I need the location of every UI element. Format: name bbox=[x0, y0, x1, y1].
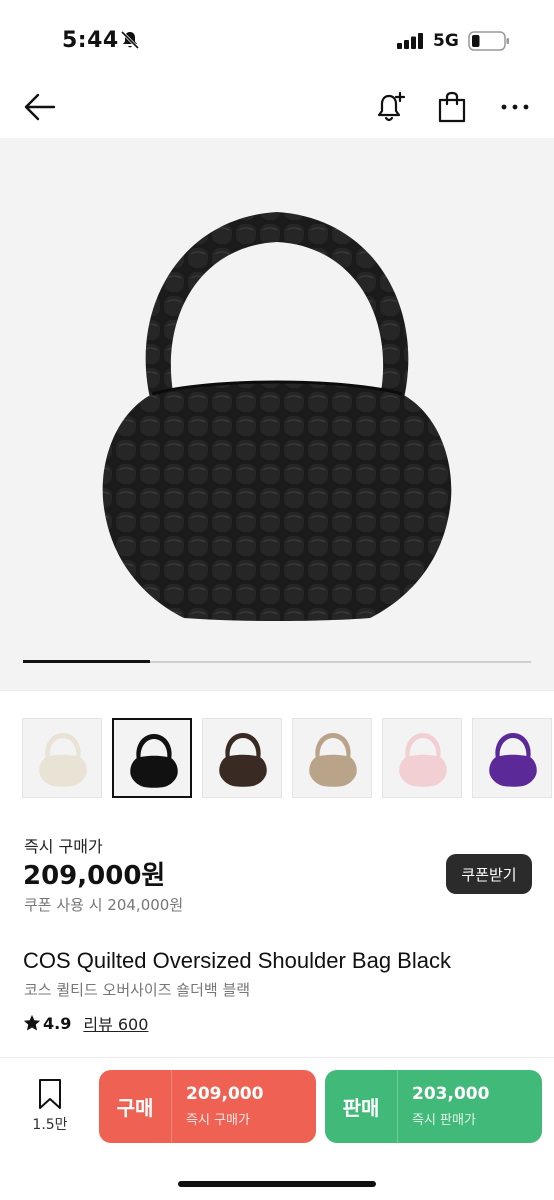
rating-value: 4.9 bbox=[43, 1013, 72, 1033]
thumbnail-brown[interactable] bbox=[202, 718, 282, 798]
alert-add-icon[interactable] bbox=[374, 90, 408, 124]
thumbnail-bag-image bbox=[489, 733, 537, 787]
shopping-bag-icon[interactable] bbox=[436, 90, 468, 124]
bell-off-icon bbox=[120, 30, 140, 50]
divider bbox=[0, 1057, 554, 1058]
product-title: COS Quilted Oversized Shoulder Bag Black bbox=[23, 948, 451, 973]
thumbnail-pink[interactable] bbox=[382, 718, 462, 798]
sell-label: 판매 bbox=[342, 1096, 380, 1120]
buy-price: 209,000 bbox=[186, 1084, 264, 1104]
gallery-progress bbox=[23, 660, 531, 663]
color-thumbnails bbox=[22, 718, 554, 800]
thumbnail-bag-image bbox=[219, 733, 267, 787]
back-arrow-icon[interactable] bbox=[22, 92, 56, 122]
divider bbox=[0, 690, 554, 691]
review-link[interactable]: 리뷰 600 bbox=[83, 1011, 148, 1035]
buy-button[interactable]: 구매 209,000 즉시 구매가 bbox=[99, 1070, 316, 1143]
coupon-price: 쿠폰 사용 시 204,000원 bbox=[24, 896, 184, 914]
star-icon bbox=[23, 1014, 41, 1031]
thumbnail-bag-image bbox=[130, 734, 178, 788]
product-image-gallery[interactable] bbox=[0, 138, 554, 690]
status-time: 5:44 bbox=[62, 28, 119, 53]
thumbnail-beige[interactable] bbox=[292, 718, 372, 798]
sell-button[interactable]: 판매 203,000 즉시 판매가 bbox=[325, 1070, 542, 1143]
thumbnail-purple[interactable] bbox=[472, 718, 552, 798]
wish-button[interactable]: 1.5만 bbox=[28, 1078, 72, 1134]
price-label: 즉시 구매가 bbox=[24, 837, 103, 856]
thumbnail-ivory[interactable] bbox=[22, 718, 102, 798]
sell-separator bbox=[397, 1070, 398, 1143]
product-image bbox=[102, 212, 452, 621]
bookmark-icon bbox=[39, 1079, 61, 1109]
home-indicator[interactable] bbox=[178, 1181, 376, 1187]
sell-sub: 즉시 판매가 bbox=[412, 1113, 476, 1128]
buy-sub: 즉시 구매가 bbox=[186, 1113, 250, 1128]
top-nav bbox=[0, 80, 554, 138]
thumbnail-bag-image bbox=[399, 733, 447, 787]
product-subtitle: 코스 퀼티드 오버사이즈 숄더백 블랙 bbox=[24, 981, 251, 999]
buy-separator bbox=[171, 1070, 172, 1143]
more-icon[interactable] bbox=[498, 94, 532, 120]
signal-icon bbox=[397, 33, 423, 49]
thumbnail-black[interactable] bbox=[112, 718, 192, 798]
thumbnail-bag-image bbox=[39, 733, 87, 787]
rating-row: 4.9 리뷰 600 bbox=[23, 1012, 148, 1034]
price-value: 209,000원 bbox=[23, 861, 166, 891]
battery-icon bbox=[468, 31, 509, 51]
status-bar: 5:44 5G bbox=[0, 0, 554, 80]
get-coupon-button[interactable]: 쿠폰받기 bbox=[446, 854, 532, 894]
thumbnail-bag-image bbox=[309, 733, 357, 787]
network-type: 5G bbox=[433, 31, 459, 51]
sell-price: 203,000 bbox=[412, 1084, 490, 1104]
gallery-progress-fill bbox=[23, 660, 150, 663]
buy-label: 구매 bbox=[116, 1096, 154, 1120]
wish-count: 1.5만 bbox=[32, 1117, 68, 1133]
